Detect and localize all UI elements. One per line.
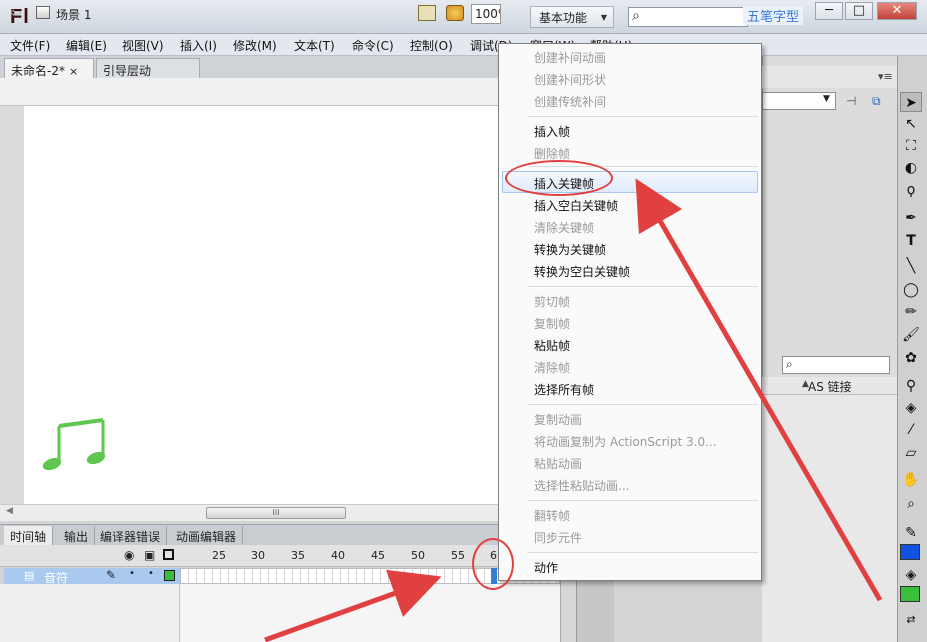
annotation-arrows xyxy=(264,178,883,642)
annotation-arrow xyxy=(264,569,442,642)
annotation-arrow xyxy=(635,178,883,602)
